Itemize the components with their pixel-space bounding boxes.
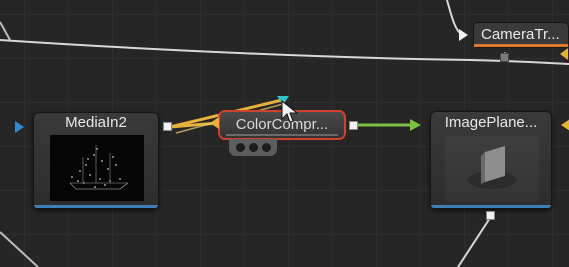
ship-thumbnail-icon bbox=[50, 135, 144, 201]
camera-tracker-input-icon[interactable] bbox=[459, 29, 468, 41]
mouse-cursor-icon bbox=[281, 100, 299, 123]
camera-tracker-side-input-icon[interactable] bbox=[560, 48, 568, 60]
dot-icon bbox=[248, 143, 258, 152]
plane-thumbnail-icon bbox=[445, 136, 539, 202]
node-image-plane-underline bbox=[431, 205, 551, 208]
wire-left-lower[interactable] bbox=[0, 231, 39, 267]
color-compressor-output-pin[interactable] bbox=[349, 121, 358, 130]
green-input-arrow-icon bbox=[410, 119, 421, 131]
more-options-icon[interactable] bbox=[229, 139, 277, 156]
media-in-input-icon[interactable] bbox=[15, 121, 24, 133]
dot-icon bbox=[235, 143, 245, 152]
node-camera-tracker[interactable]: CameraTr... bbox=[473, 22, 569, 48]
node-media-in-underline bbox=[34, 205, 158, 208]
wire-left-upper[interactable] bbox=[0, 21, 11, 41]
camera-tracker-output-pin[interactable] bbox=[500, 53, 509, 62]
node-media-in-label: MediaIn2 bbox=[65, 115, 127, 130]
image-plane-side-input-icon[interactable] bbox=[561, 119, 569, 131]
color-compressor-input-icon[interactable] bbox=[210, 117, 219, 129]
node-camera-tracker-title: CameraTr... bbox=[481, 27, 560, 42]
media-in-output-pin[interactable] bbox=[163, 122, 172, 131]
wire-imageplane-output[interactable] bbox=[457, 217, 491, 267]
dot-icon bbox=[261, 143, 271, 152]
image-plane-output-pin[interactable] bbox=[486, 211, 495, 220]
node-image-plane-title: ImagePlane... bbox=[444, 115, 538, 130]
node-color-compressor-underline bbox=[226, 134, 338, 136]
node-camera-tracker-underline bbox=[474, 44, 568, 47]
